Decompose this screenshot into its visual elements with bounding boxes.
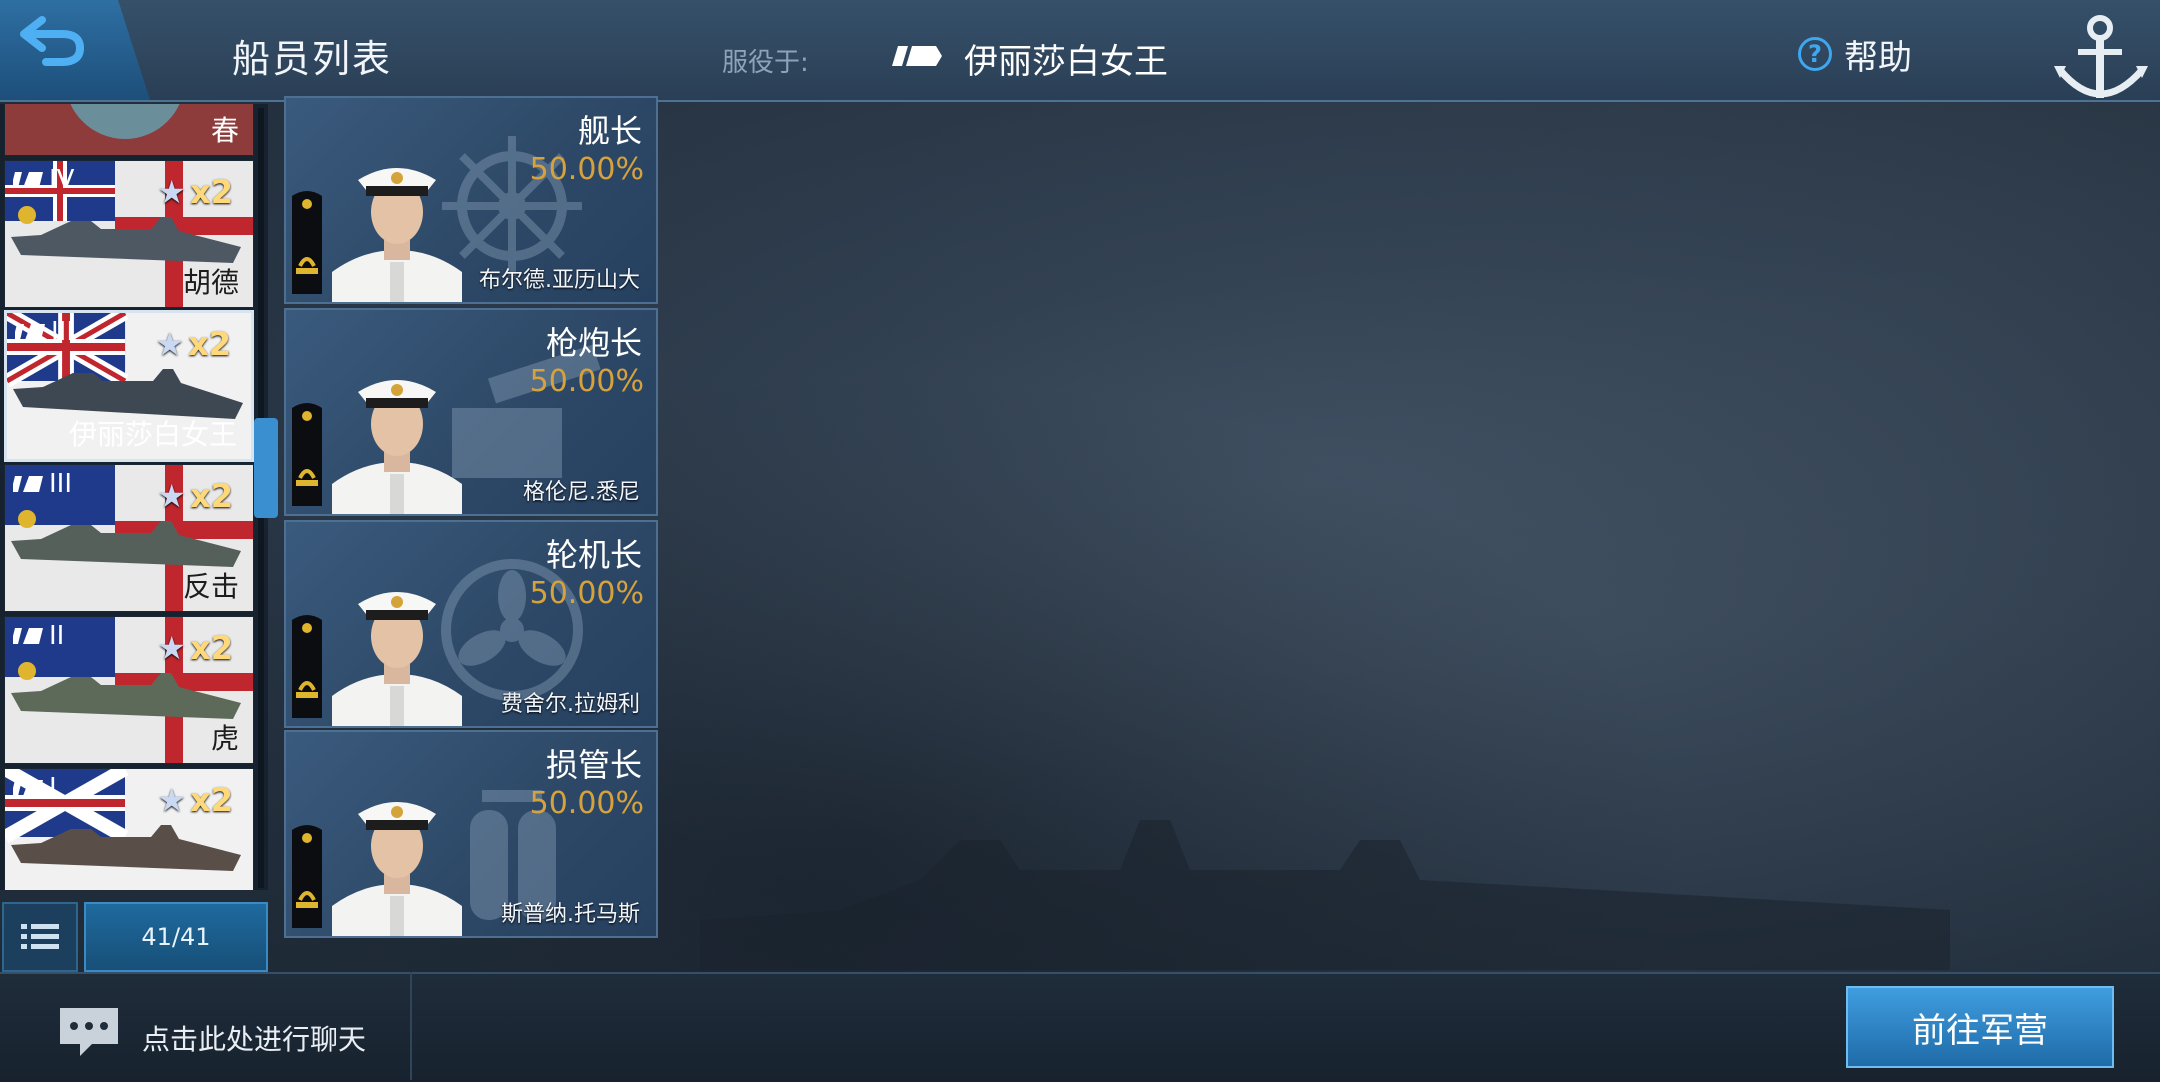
star-icon: ★ [157,477,187,515]
serving-ship-name: 伊丽莎白女王 [964,42,1168,82]
ship-tier: III [51,317,75,347]
crew-role: 舰长 [577,112,642,150]
officer-portrait [332,592,462,726]
crew-name: 斯普纳.托马斯 [501,902,640,927]
ship-multiplier: x2 [188,325,231,363]
crew-card-gunnery[interactable]: 枪炮长 50.00% 格伦尼.悉尼 [284,308,658,516]
chat-bubble-icon [60,1008,118,1056]
ship-name: 虎 [210,722,239,755]
ship-count: 41/41 [84,902,268,972]
star-icon: ★ [157,781,187,819]
crew-percent: 50.00% [529,786,644,821]
help-button[interactable]: ? 帮助 [1798,34,1912,78]
ship-card[interactable]: II ★ x2 虎 [4,616,254,764]
ship-multiplier: x2 [190,173,233,211]
officer-portrait [332,802,462,936]
ship-card-selected[interactable]: III ★ x2 伊丽莎白女王 [4,310,254,462]
ship-multiplier: x2 [190,629,233,667]
chat-input-area[interactable]: 点击此处进行聊天 [0,972,412,1080]
back-arrow-icon [20,16,85,66]
page-title: 船员列表 [232,37,393,81]
list-view-button[interactable] [2,902,78,972]
ship-multiplier: x2 [190,477,233,515]
crew-role: 轮机长 [545,536,642,574]
crew-percent: 50.00% [529,576,644,611]
ship-card[interactable]: I ★ x2 [4,768,254,890]
ship-name: 胡德 [182,266,239,299]
officer-portrait [332,168,462,302]
ship-class-icon [15,324,45,340]
crew-role: 损管长 [545,746,642,784]
ship-tier: II [49,621,65,651]
crew-role: 枪炮长 [545,324,642,362]
crew-name: 布尔德.亚历山大 [479,268,640,293]
star-icon: ★ [157,173,187,211]
go-to-barracks-button[interactable]: 前往军营 [1846,986,2114,1068]
ship-card[interactable]: 春 [4,104,254,156]
ship-name: 反击 [182,570,239,603]
rank-insignia [292,191,322,294]
crew-name: 费舍尔.拉姆利 [501,692,640,717]
officer-portrait [332,380,462,514]
help-label: 帮助 [1844,37,1912,78]
ship-name: 伊丽莎白女王 [68,418,237,451]
ship-card[interactable]: IV ★ x2 胡德 [4,160,254,308]
ship-card[interactable]: III ★ x2 反击 [4,464,254,612]
rank-insignia [292,825,322,928]
ship-list-scrollbar[interactable] [254,418,278,518]
crew-card-engineer[interactable]: 轮机长 50.00% 费舍尔.拉姆利 [284,520,658,728]
background-ship-silhouette [700,820,1950,970]
medal-icon [18,662,36,680]
ship-class-icon [13,628,43,644]
help-icon: ? [1798,37,1832,71]
ship-image [11,673,241,719]
ship-class-icon [892,46,942,66]
ship-class-icon [13,476,43,492]
crew-percent: 50.00% [529,364,644,399]
ship-image [11,825,241,871]
medal-icon [18,206,36,224]
ship-class-icon [13,780,43,796]
chat-prompt: 点击此处进行聊天 [142,1023,367,1056]
ship-name: 春 [210,114,239,147]
star-icon: ★ [155,325,185,363]
crew-percent: 50.00% [529,152,644,187]
ship-multiplier: x2 [190,781,233,819]
crew-card-captain[interactable]: 舰长 50.00% 布尔德.亚历山大 [284,96,658,304]
rank-insignia [292,615,322,718]
list-icon [21,924,59,949]
ship-tier: III [49,469,73,499]
ship-class-icon [13,172,43,188]
serve-label: 服役于: [722,48,809,78]
star-icon: ★ [157,629,187,667]
ship-tier: I [49,773,57,803]
crew-name: 格伦尼.悉尼 [523,480,640,505]
ship-list[interactable]: 春 IV ★ x2 胡德 III ★ x2 伊丽莎白女王 III ★ x2 反击… [0,104,268,890]
crew-card-damage-control[interactable]: 损管长 50.00% 斯普纳.托马斯 [284,730,658,938]
anchor-icon [2054,15,2148,98]
rank-insignia [292,403,322,506]
medal-icon [18,510,36,528]
ship-tier: IV [49,165,75,195]
